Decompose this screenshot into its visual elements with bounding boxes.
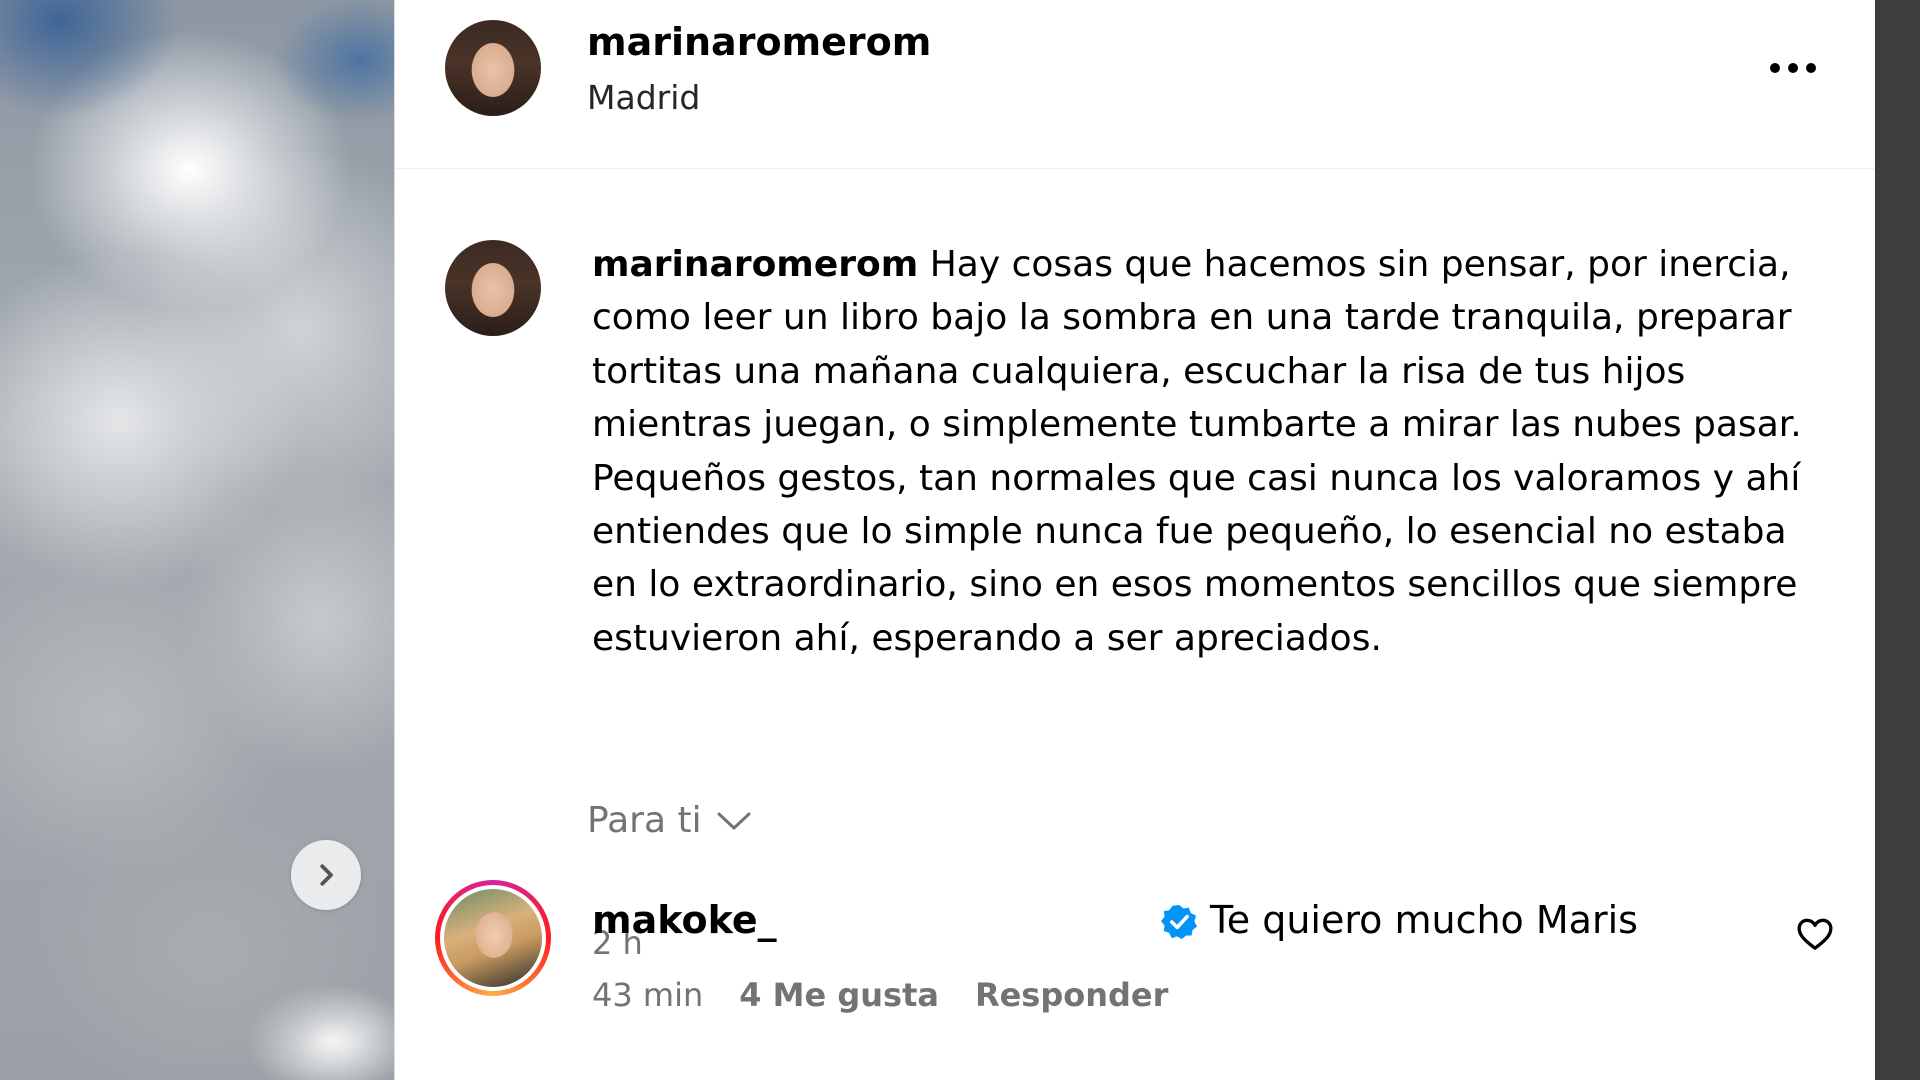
- commenter-username[interactable]: makoke_: [592, 898, 777, 942]
- commenter-story-ring[interactable]: [435, 880, 551, 996]
- modal-backdrop[interactable]: [1874, 0, 1920, 1080]
- caption-username[interactable]: marinaromerom: [592, 244, 918, 285]
- comment-like-button[interactable]: [1795, 914, 1835, 954]
- comment-reply-button[interactable]: Responder: [975, 976, 1168, 1014]
- comment-text: Te quiero mucho Maris: [1210, 898, 1638, 942]
- chevron-right-icon: [320, 864, 333, 886]
- author-avatar[interactable]: [445, 20, 541, 116]
- post-header: marinaromerom Madrid: [395, 0, 1875, 169]
- more-options-button[interactable]: [1765, 48, 1821, 88]
- chevron-down-icon: [717, 812, 751, 829]
- post-location[interactable]: Madrid: [587, 78, 700, 117]
- heart-icon: [1797, 918, 1833, 950]
- comment-item: makoke_ Te quiero mucho Maris 43 min 4 M…: [395, 880, 1875, 1020]
- post-photo: [0, 0, 394, 1080]
- caption-text: marinaromerom Hay cosas que hacemos sin …: [592, 238, 1842, 665]
- caption-body: Hay cosas que hacemos sin pensar, por in…: [592, 244, 1802, 659]
- instagram-post-view: marinaromerom Madrid marinaromerom Hay c…: [0, 0, 1920, 1080]
- commenter-avatar: [444, 889, 542, 987]
- author-username[interactable]: marinaromerom: [587, 20, 931, 64]
- next-photo-button[interactable]: [291, 840, 361, 910]
- comments-sort-dropdown[interactable]: Para ti: [587, 800, 752, 841]
- comment-likes[interactable]: 4 Me gusta: [739, 976, 939, 1014]
- post-details-panel: marinaromerom Madrid marinaromerom Hay c…: [394, 0, 1875, 1080]
- comment-meta: 43 min 4 Me gusta Responder: [592, 976, 1168, 1014]
- verified-badge-icon: [1161, 904, 1197, 940]
- comment-timestamp[interactable]: 43 min: [592, 976, 703, 1014]
- caption-author-avatar[interactable]: [445, 240, 541, 336]
- comments-sort-label: Para ti: [587, 800, 702, 841]
- more-options-icon: [1770, 63, 1816, 73]
- commenter-avatar-frame: [440, 885, 546, 991]
